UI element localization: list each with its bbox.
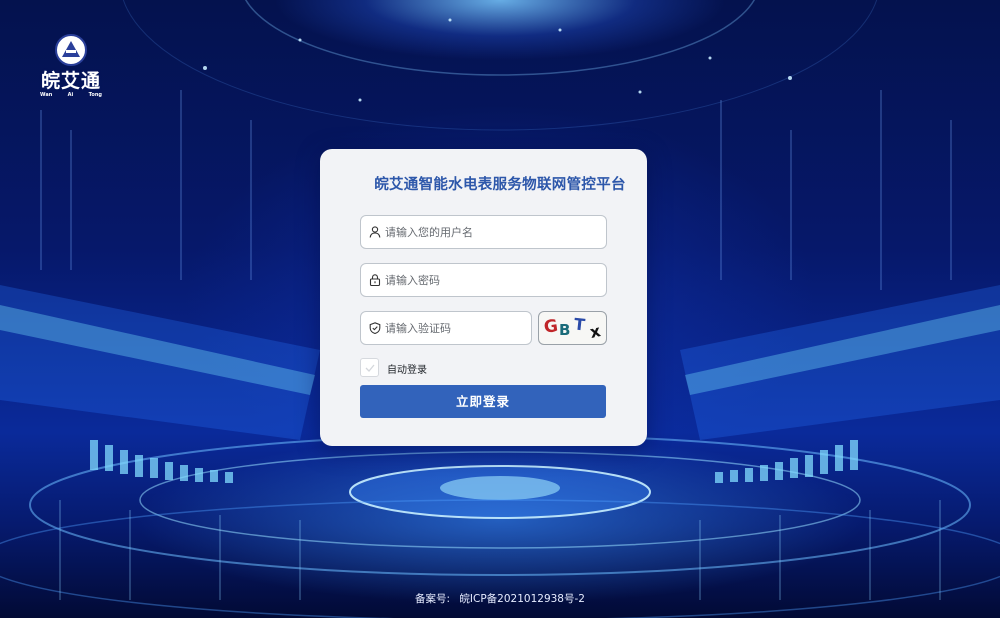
captcha-field[interactable] bbox=[360, 311, 532, 345]
logo-sub-word: Ai bbox=[67, 92, 74, 98]
password-input[interactable] bbox=[385, 264, 600, 296]
page-title: 皖艾通智能水电表服务物联网管控平台 bbox=[374, 177, 626, 193]
shield-check-icon bbox=[369, 322, 381, 334]
username-field[interactable] bbox=[360, 215, 607, 249]
password-field[interactable] bbox=[360, 263, 607, 297]
captcha-char: G bbox=[542, 316, 560, 338]
logo-text: 皖艾通 bbox=[40, 70, 101, 92]
brand-logo: 皖艾通 Wan Ai Tong bbox=[36, 30, 106, 102]
logo-sub-word: Wan bbox=[40, 92, 53, 98]
icp-label: 备案号: bbox=[415, 593, 451, 605]
logo-sub-word: Tong bbox=[88, 92, 102, 98]
check-icon bbox=[365, 364, 375, 372]
icp-footer: 备案号: 皖ICP备2021012938号-2 bbox=[0, 591, 1000, 606]
captcha-image[interactable]: G B T x bbox=[538, 311, 607, 345]
username-input[interactable] bbox=[385, 216, 600, 248]
logo-subtitle: Wan Ai Tong bbox=[40, 92, 102, 98]
lock-icon bbox=[369, 274, 381, 286]
captcha-char: x bbox=[588, 321, 603, 342]
user-icon bbox=[369, 226, 381, 238]
remember-label: 自动登录 bbox=[387, 365, 427, 376]
login-button[interactable]: 立即登录 bbox=[360, 385, 606, 418]
remember-checkbox[interactable] bbox=[360, 358, 379, 377]
logo-emblem-icon bbox=[55, 34, 87, 66]
captcha-char: T bbox=[573, 314, 586, 335]
captcha-input[interactable] bbox=[385, 312, 525, 344]
icp-number[interactable]: 皖ICP备2021012938号-2 bbox=[459, 593, 585, 605]
captcha-char: B bbox=[559, 321, 571, 339]
